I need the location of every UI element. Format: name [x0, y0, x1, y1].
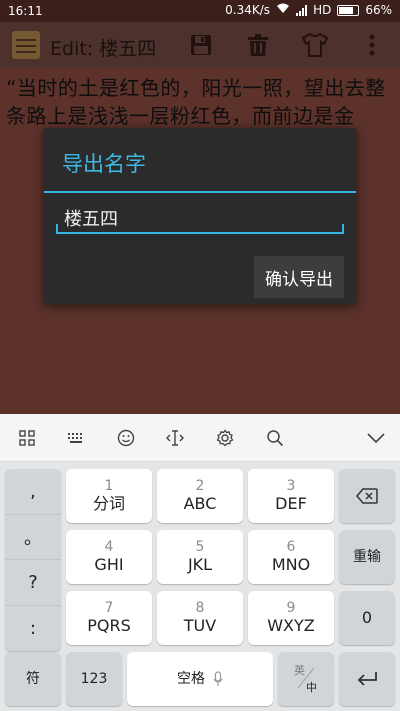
key-1[interactable]: 1 分词 — [66, 469, 152, 523]
key-label: DEF — [275, 494, 307, 513]
key-digit: 2 — [195, 478, 205, 494]
signal-icon — [296, 4, 308, 16]
key-digit: 3 — [286, 478, 296, 494]
symbol-key[interactable]: 符 — [5, 652, 61, 706]
punct-key[interactable]: : — [5, 606, 61, 652]
key-9[interactable]: 9 WXYZ — [248, 591, 334, 645]
key-label: TUV — [183, 616, 217, 635]
settings-gear-icon[interactable] — [213, 426, 237, 450]
punct-key[interactable]: 。 — [5, 515, 61, 560]
key-2[interactable]: 2 ABC — [157, 469, 243, 523]
microphone-icon — [213, 671, 223, 686]
space-label: 空格 — [177, 671, 205, 687]
dialog-title: 导出名字 — [62, 152, 146, 176]
key-label: ABC — [183, 494, 217, 513]
key-digit: 5 — [195, 539, 205, 555]
network-type: HD — [313, 3, 332, 17]
enter-key[interactable] — [339, 652, 395, 706]
key-digit: 4 — [104, 539, 114, 555]
key-digit: 1 — [104, 478, 114, 494]
search-icon[interactable] — [263, 426, 287, 450]
key-label: GHI — [94, 555, 124, 574]
punct-key[interactable]: , — [5, 469, 61, 515]
key-digit: 8 — [195, 600, 205, 616]
backspace-icon — [356, 488, 378, 504]
number-mode-key[interactable]: 123 — [66, 652, 122, 706]
confirm-export-button[interactable]: 确认导出 — [254, 256, 344, 298]
key-7[interactable]: 7 PQRS — [66, 591, 152, 645]
key-label: 分词 — [92, 494, 125, 513]
reenter-button[interactable]: 重输 — [339, 530, 395, 584]
emoji-icon[interactable] — [114, 426, 138, 450]
key-6[interactable]: 6 MNO — [248, 530, 334, 584]
network-speed: 0.34K/s — [225, 3, 271, 17]
key-label: MNO — [271, 555, 311, 574]
key-digit: 7 — [104, 600, 114, 616]
key-label: PQRS — [87, 616, 131, 635]
keyboard-layout-icon[interactable] — [64, 426, 88, 450]
collapse-keyboard-chevron-icon[interactable] — [364, 426, 388, 450]
space-key[interactable]: 空格 — [127, 652, 273, 706]
name-input[interactable] — [56, 204, 344, 232]
key-label: WXYZ — [267, 616, 315, 635]
key-3[interactable]: 3 DEF — [248, 469, 334, 523]
name-field-wrapper — [56, 204, 344, 234]
punctuation-column: , 。 ? : — [5, 469, 61, 651]
key-label: JKL — [187, 555, 213, 574]
symbol-label: 符 — [26, 671, 40, 687]
key-digit: 9 — [286, 600, 296, 616]
status-bar: 16:11 0.34K/s HD 66% — [0, 0, 400, 22]
status-time: 16:11 — [8, 4, 43, 18]
reenter-label: 重输 — [353, 549, 381, 565]
key-8[interactable]: 8 TUV — [157, 591, 243, 645]
grid-apps-icon[interactable] — [15, 426, 39, 450]
zero-label: 0 — [361, 608, 373, 627]
cursor-move-icon[interactable] — [163, 426, 187, 450]
number-mode-label: 123 — [80, 671, 108, 687]
key-digit: 6 — [286, 539, 296, 555]
keyboard-toolbar — [0, 414, 400, 462]
enter-icon — [357, 672, 377, 686]
battery-level: 66% — [365, 3, 392, 17]
key-5[interactable]: 5 JKL — [157, 530, 243, 584]
punct-key[interactable]: ? — [5, 560, 61, 606]
keyboard: , 。 ? : 1 分词 2 ABC 3 DEF 4 GHI 5 JKL 6 M… — [0, 414, 400, 711]
export-name-dialog: 导出名字 确认导出 — [44, 128, 356, 304]
key-4[interactable]: 4 GHI — [66, 530, 152, 584]
wifi-icon — [276, 3, 290, 17]
battery-icon — [337, 4, 360, 16]
language-switch-key[interactable]: 英 中 — [278, 652, 334, 706]
dialog-divider — [44, 191, 356, 193]
backspace-button[interactable] — [339, 469, 395, 523]
lang-zh-label: 中 — [306, 681, 317, 694]
zero-key[interactable]: 0 — [339, 591, 395, 645]
